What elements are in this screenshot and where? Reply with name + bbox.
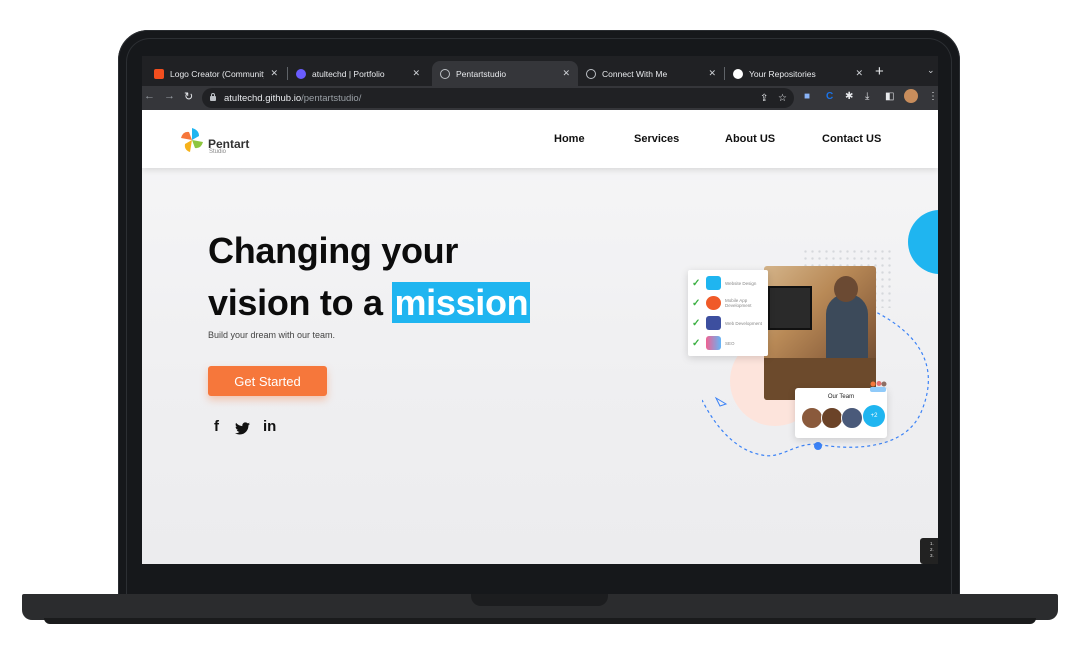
url-text: atultechd.github.io/pentartstudio/ [224, 93, 361, 104]
tab-title: Pentartstudio [456, 68, 507, 79]
tab-portfolio[interactable]: atultechd | Portfolio ✕ [288, 61, 428, 86]
tab-repositories[interactable]: Your Repositories ✕ [725, 61, 871, 86]
laptop-base-shadow [44, 618, 1036, 624]
photo-monitor [768, 286, 812, 330]
url-domain: atultechd.github.io [224, 93, 302, 104]
nav-home[interactable]: Home [554, 133, 585, 145]
list-number: 3. [930, 553, 934, 558]
tab-search-chevron-icon[interactable]: ⌄ [927, 65, 935, 76]
checkmark-icon: ✓ [692, 277, 701, 289]
share-icon[interactable]: ⇪ [760, 93, 768, 104]
close-icon[interactable]: ✕ [412, 68, 420, 79]
new-tab-plus-icon[interactable]: + [875, 63, 884, 80]
get-started-button[interactable]: Get Started [208, 366, 327, 396]
portfolio-icon [296, 68, 306, 79]
browser-toolbar: ← → ↻ atultechd.github.io/pentartstudio/… [142, 86, 938, 110]
team-more-badge: +2 [863, 405, 885, 427]
url-path: /pentartstudio/ [301, 93, 362, 104]
checklist-item: ✓ Website Design [692, 276, 756, 290]
team-working-photo [764, 266, 876, 400]
address-bar[interactable]: atultechd.github.io/pentartstudio/ ⇪ ☆ [202, 88, 794, 108]
back-arrow-icon[interactable]: ← [144, 90, 155, 102]
figma-icon [154, 68, 164, 79]
mobile-app-icon [706, 296, 721, 310]
laptop-notch [471, 594, 608, 606]
decorative-blue-circle [908, 210, 938, 274]
tab-connect[interactable]: Connect With Me ✕ [578, 61, 724, 86]
extension-icon[interactable]: ■ [804, 91, 810, 102]
services-checklist-card: ✓ Website Design ✓ Mobile App Developmen… [688, 270, 768, 356]
checklist-item: ✓ Web Development [692, 316, 762, 330]
hero-subline: Build your dream with our team. [208, 330, 336, 340]
checkmark-icon: ✓ [692, 297, 701, 309]
team-avatar [821, 407, 843, 429]
download-icon[interactable]: ⤓ [865, 91, 869, 102]
close-icon[interactable]: ✕ [270, 68, 278, 79]
logo-subtext: Studio [209, 149, 227, 155]
close-icon[interactable]: ✕ [562, 68, 570, 79]
side-panel-icon[interactable]: ◧ [885, 91, 894, 102]
site-navbar: Pentart Studio Home Services About US Co… [142, 110, 938, 168]
team-avatar [801, 407, 823, 429]
team-card-title: Our Team [827, 394, 855, 400]
nav-about-us[interactable]: About US [725, 133, 775, 145]
linkedin-icon[interactable]: in [263, 418, 276, 435]
tab-title: atultechd | Portfolio [312, 68, 385, 79]
tab-title: Logo Creator (Community) – [170, 68, 264, 79]
profile-avatar-icon[interactable] [904, 89, 918, 103]
checklist-label: Mobile App Development [725, 298, 752, 308]
team-avatar [841, 407, 863, 429]
extension-c-icon[interactable]: C [826, 91, 833, 102]
hero-headline-line1: Changing your [208, 230, 459, 271]
globe-icon [440, 68, 450, 79]
browser-window: Logo Creator (Community) – ✕ atultechd |… [142, 56, 938, 564]
puzzle-icon[interactable]: ✱ [845, 91, 853, 102]
checkmark-icon: ✓ [692, 337, 701, 349]
seo-chart-icon [706, 336, 721, 350]
close-icon[interactable]: ✕ [708, 68, 716, 79]
checkmark-icon: ✓ [692, 317, 701, 329]
tab-title: Connect With Me [602, 68, 668, 79]
checklist-label: Website Design [725, 280, 757, 286]
headline-prefix: vision to a [208, 282, 393, 323]
page-list-tab[interactable]: 1. 2. 3. [920, 538, 938, 564]
website-design-icon [706, 276, 721, 290]
checklist-item: ✓ Mobile App Development [692, 296, 759, 310]
menu-kebab-icon[interactable]: ⋮ [928, 91, 938, 102]
headline-highlight: mission [392, 282, 531, 323]
reload-icon[interactable]: ↻ [184, 90, 193, 103]
checklist-item: ✓ SEO [692, 336, 735, 350]
tab-pentartstudio[interactable]: Pentartstudio ✕ [432, 61, 578, 86]
nav-services[interactable]: Services [634, 133, 679, 145]
our-team-card: Our Team +2 [795, 388, 887, 438]
bookmark-star-icon[interactable]: ☆ [778, 93, 787, 104]
webpage: Pentart Studio Home Services About US Co… [142, 110, 938, 564]
nav-contact-us[interactable]: Contact US [822, 133, 881, 145]
globe-icon [586, 68, 596, 79]
photo-person-head [834, 276, 858, 302]
forward-arrow-icon[interactable]: → [164, 90, 175, 102]
tab-title: Your Repositories [749, 68, 816, 79]
web-development-icon [706, 316, 721, 330]
github-icon [733, 68, 743, 79]
checklist-label: SEO [725, 340, 735, 346]
tab-bar: Logo Creator (Community) – ✕ atultechd |… [142, 56, 938, 86]
checklist-label: Web Development [725, 320, 762, 326]
tab-logo-creator[interactable]: Logo Creator (Community) – ✕ [146, 61, 286, 86]
facebook-icon[interactable]: f [214, 418, 219, 435]
hero-headline-line2: vision to a mission [208, 282, 531, 324]
lock-icon [210, 93, 216, 101]
twitter-icon[interactable] [235, 422, 250, 435]
pinwheel-logo-icon[interactable] [179, 126, 205, 156]
team-people-icon [870, 381, 887, 392]
close-icon[interactable]: ✕ [855, 68, 863, 79]
